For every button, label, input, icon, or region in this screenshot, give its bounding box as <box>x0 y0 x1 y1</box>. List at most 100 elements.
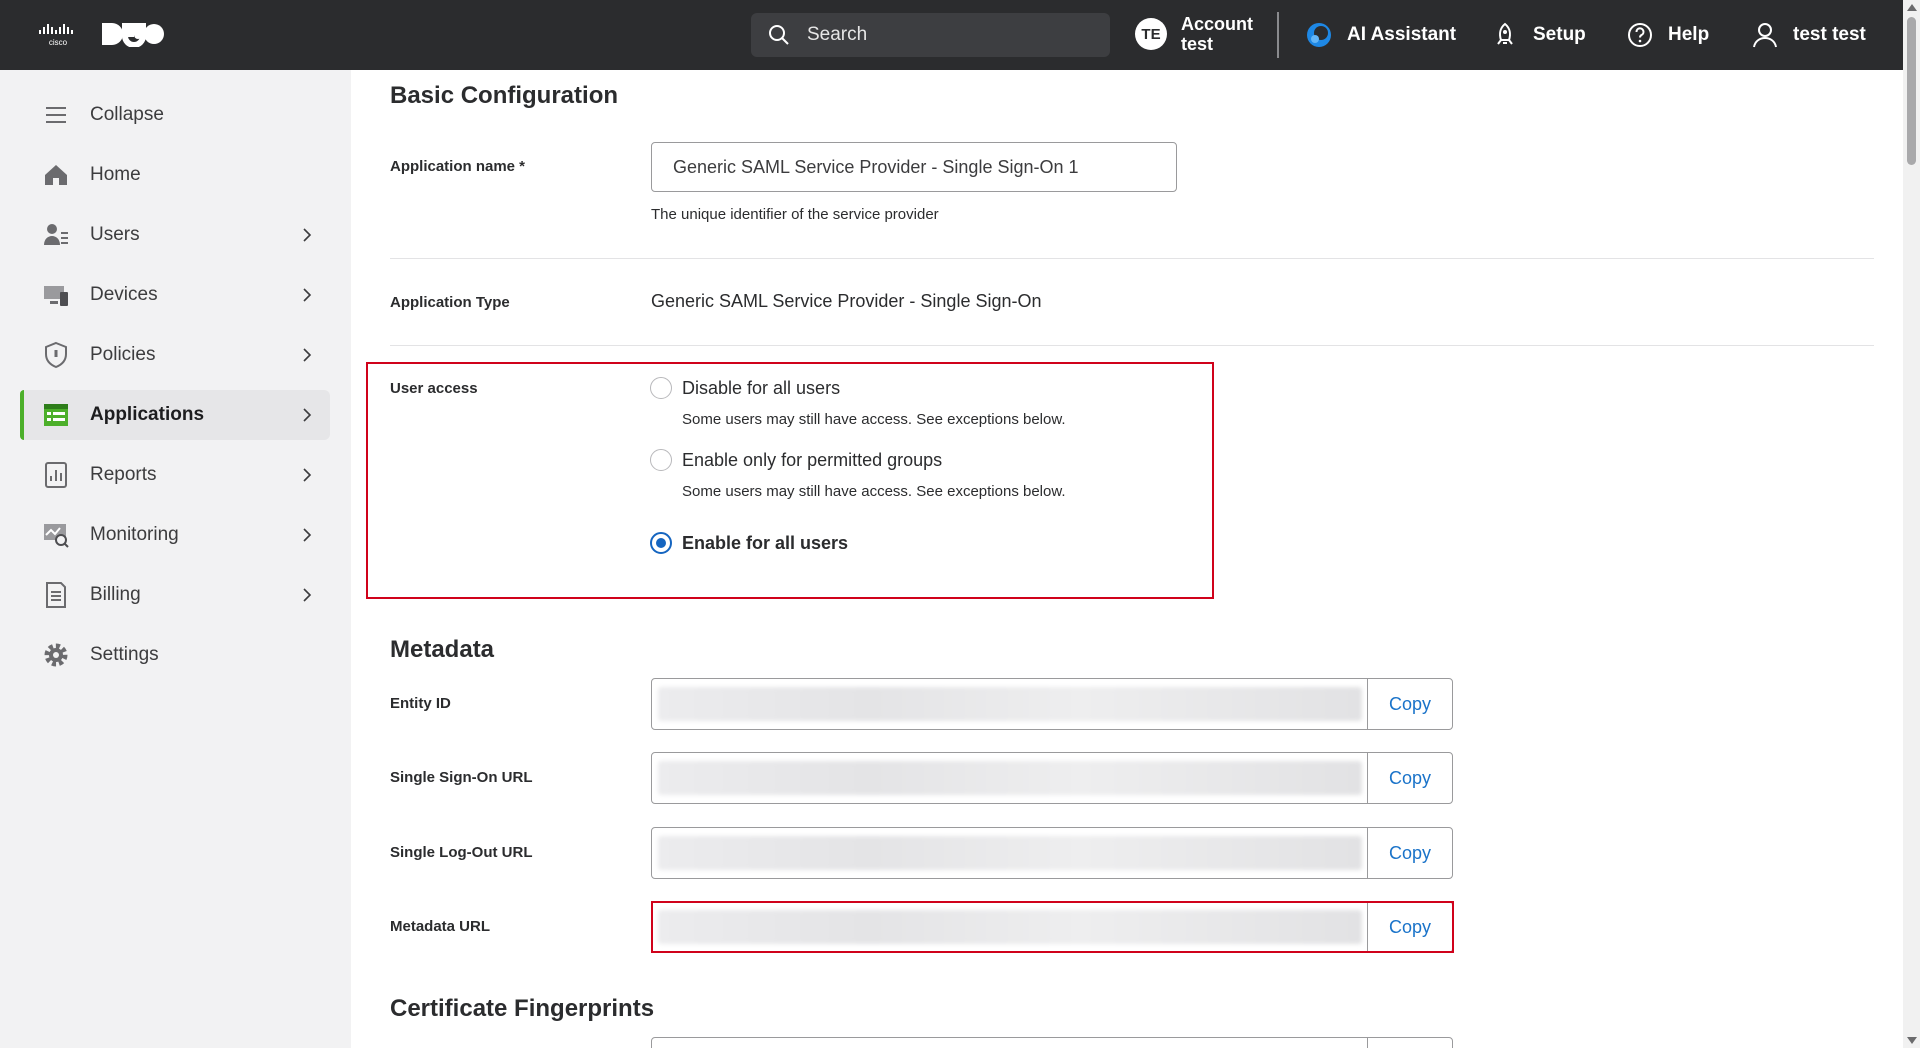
certificate-field[interactable] <box>651 1037 1453 1048</box>
app-type-value: Generic SAML Service Provider - Single S… <box>651 291 1042 311</box>
chevron-right-icon <box>303 528 312 542</box>
reports-icon <box>42 461 70 489</box>
svg-text:cisco: cisco <box>49 38 68 47</box>
gear-icon <box>42 641 70 669</box>
account-avatar: TE <box>1135 18 1167 50</box>
sidebar-item-billing[interactable]: Billing <box>20 570 330 620</box>
sidebar-item-label: Users <box>90 224 140 245</box>
chevron-right-icon <box>303 288 312 302</box>
rocket-icon <box>1497 22 1513 45</box>
copy-slo-url-button[interactable]: Copy <box>1368 828 1452 878</box>
chevron-right-icon <box>303 228 312 242</box>
duo-logo-icon <box>102 23 164 47</box>
page-scrollbar[interactable] <box>1903 0 1920 1048</box>
sidebar-item-home[interactable]: Home <box>20 150 330 200</box>
radio-disable-all-label[interactable]: Disable for all users <box>682 378 840 399</box>
setup-label: Setup <box>1533 24 1586 45</box>
radio-enable-all[interactable] <box>650 532 672 554</box>
sso-url-label: Single Sign-On URL <box>390 769 533 786</box>
app-type-label: Application Type <box>390 294 510 311</box>
sidebar-item-label: Settings <box>90 644 159 665</box>
chevron-right-icon <box>303 408 312 422</box>
account-switcher[interactable]: TE Account test <box>1135 14 1253 54</box>
menu-icon <box>42 101 70 129</box>
scroll-up-icon[interactable] <box>1907 4 1917 11</box>
users-icon <box>42 221 70 249</box>
redacted-value <box>658 836 1362 870</box>
sidebar-item-applications[interactable]: Applications <box>20 390 330 440</box>
copy-sso-url-button[interactable]: Copy <box>1368 753 1452 803</box>
account-name: test <box>1181 34 1214 54</box>
radio-enable-all-label[interactable]: Enable for all users <box>682 533 848 554</box>
app-name-input[interactable]: Generic SAML Service Provider - Single S… <box>651 142 1177 192</box>
main-content: Basic Configuration Application name * G… <box>351 70 1903 1048</box>
ai-assistant-button[interactable]: AI Assistant <box>1305 0 1456 70</box>
chevron-right-icon <box>303 468 312 482</box>
sidebar-item-label: Reports <box>90 464 157 485</box>
radio-disable-all[interactable] <box>650 377 672 399</box>
chevron-right-icon <box>303 348 312 362</box>
radio-permitted-groups[interactable] <box>650 449 672 471</box>
copy-divider <box>1367 1038 1368 1048</box>
logo[interactable]: cisco <box>38 20 164 48</box>
sidebar-item-monitoring[interactable]: Monitoring <box>20 510 330 560</box>
header-divider <box>1277 12 1279 58</box>
user-name: test test <box>1793 24 1866 45</box>
devices-icon <box>42 281 70 309</box>
entity-id-label: Entity ID <box>390 695 451 712</box>
cisco-logo-icon: cisco <box>39 24 73 47</box>
help-icon <box>1628 23 1652 47</box>
sidebar-item-label: Applications <box>90 404 205 425</box>
search-icon <box>769 25 789 45</box>
applications-icon <box>42 401 70 429</box>
redacted-value <box>658 761 1362 795</box>
ai-assistant-icon <box>1307 23 1331 47</box>
sidebar-item-label: Policies <box>90 344 156 365</box>
slo-url-field[interactable]: Copy <box>651 827 1453 879</box>
sidebar-item-settings[interactable]: Settings <box>20 630 330 680</box>
metadata-url-label: Metadata URL <box>390 918 491 935</box>
section-title-basic: Basic Configuration <box>390 82 619 109</box>
user-icon <box>1753 23 1777 48</box>
app-name-label: Application name * <box>390 158 526 175</box>
search-input[interactable]: Search <box>751 13 1110 57</box>
sidebar-item-label: Monitoring <box>90 524 179 545</box>
shield-icon <box>42 341 70 369</box>
sso-url-field[interactable]: Copy <box>651 752 1453 804</box>
app-name-help: The unique identifier of the service pro… <box>651 206 939 223</box>
divider <box>390 345 1874 346</box>
help-label: Help <box>1668 24 1710 45</box>
section-title-metadata: Metadata <box>390 636 495 663</box>
scroll-thumb[interactable] <box>1907 17 1916 165</box>
help-button[interactable]: Help <box>1626 0 1709 70</box>
monitoring-icon <box>42 521 70 549</box>
sidebar-item-label: Devices <box>90 284 158 305</box>
top-bar: cisco Search TE Account test AI Assistan… <box>0 0 1903 70</box>
sidebar: Collapse Home Users Devices Policies App… <box>0 70 351 1048</box>
divider <box>390 258 1874 259</box>
radio-permitted-groups-help: Some users may still have access. See ex… <box>682 483 1066 500</box>
scroll-down-icon[interactable] <box>1907 1037 1917 1044</box>
sidebar-item-label: Collapse <box>90 104 164 125</box>
setup-button[interactable]: Setup <box>1491 0 1586 70</box>
sidebar-item-users[interactable]: Users <box>20 210 330 260</box>
sidebar-collapse[interactable]: Collapse <box>20 90 330 140</box>
redacted-value <box>658 687 1362 721</box>
user-access-label: User access <box>390 380 478 397</box>
user-menu[interactable]: test test <box>1751 0 1866 70</box>
account-label: Account <box>1181 14 1253 34</box>
chevron-right-icon <box>303 588 312 602</box>
search-placeholder: Search <box>807 24 868 45</box>
sidebar-item-devices[interactable]: Devices <box>20 270 330 320</box>
section-title-certificate: Certificate Fingerprints <box>390 995 655 1022</box>
sidebar-item-label: Billing <box>90 584 141 605</box>
sidebar-item-reports[interactable]: Reports <box>20 450 330 500</box>
sidebar-item-policies[interactable]: Policies <box>20 330 330 380</box>
copy-entity-id-button[interactable]: Copy <box>1368 679 1452 729</box>
home-icon <box>42 161 70 189</box>
entity-id-field[interactable]: Copy <box>651 678 1453 730</box>
radio-permitted-groups-label[interactable]: Enable only for permitted groups <box>682 450 942 471</box>
slo-url-label: Single Log-Out URL <box>390 844 533 861</box>
sidebar-item-label: Home <box>90 164 141 185</box>
ai-assistant-label: AI Assistant <box>1347 24 1457 45</box>
